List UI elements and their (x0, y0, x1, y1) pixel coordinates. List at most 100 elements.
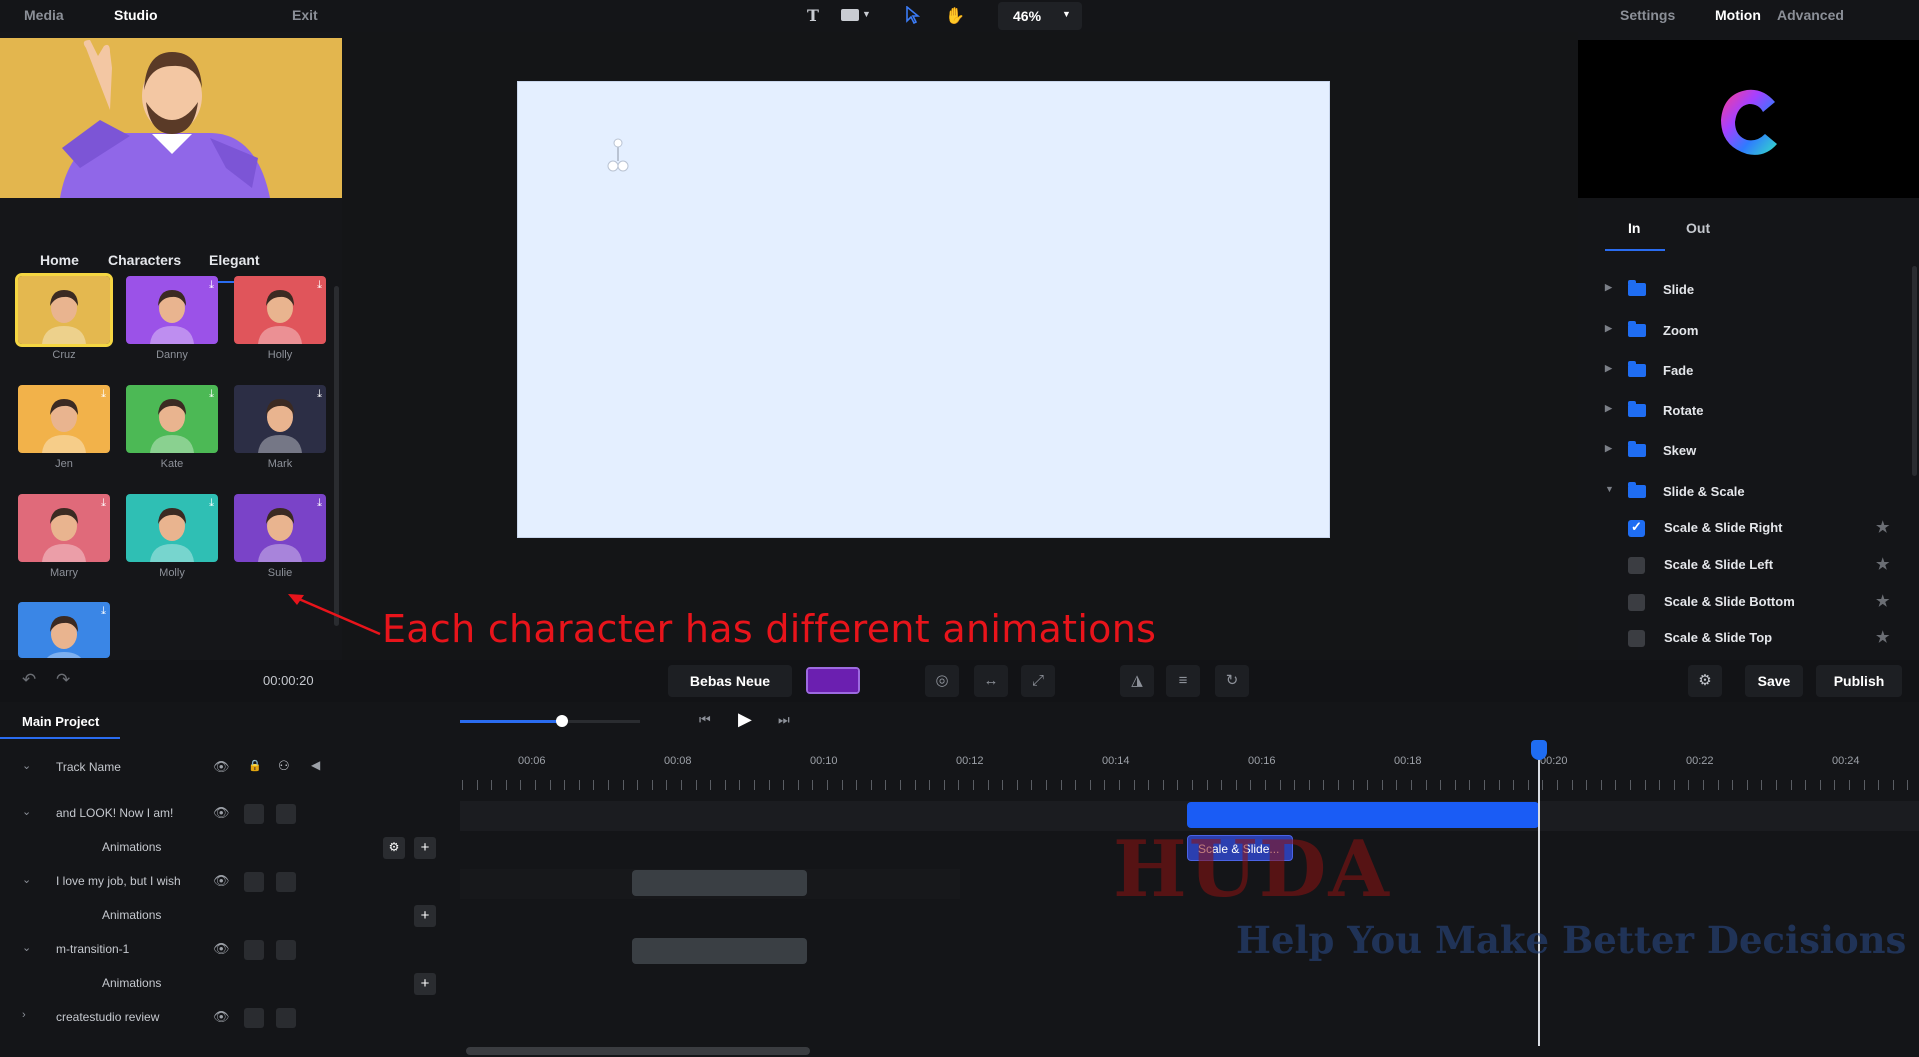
redo-icon[interactable]: ↷ (56, 670, 70, 690)
rotate-icon[interactable]: ↻ (1215, 665, 1249, 697)
font-select[interactable]: Bebas Neue (668, 665, 792, 697)
speaker-icon[interactable]: ◀ (311, 758, 320, 772)
shape-tool-icon[interactable] (841, 9, 859, 21)
hand-tool-icon[interactable]: ✋ (945, 6, 965, 26)
download-icon[interactable]: ⤓ (101, 497, 106, 510)
add-animation-button[interactable]: + (414, 837, 436, 859)
transition-clip[interactable] (632, 938, 807, 964)
animation-checkbox[interactable] (1628, 519, 1645, 537)
playback-speed-slider[interactable] (460, 715, 640, 727)
add-animation-button[interactable]: + (414, 973, 436, 995)
chevron-down-icon[interactable]: ⌄ (22, 873, 31, 886)
timeline-scrollbar[interactable] (466, 1047, 810, 1055)
character-list-scrollbar[interactable] (334, 286, 339, 626)
select-pointer-icon[interactable] (906, 5, 921, 29)
resize-icon[interactable]: ⤢ (1021, 665, 1055, 697)
lock-toggle[interactable] (244, 940, 264, 960)
chevron-right-icon[interactable]: › (22, 1009, 26, 1021)
position-icon[interactable]: ◎ (925, 665, 959, 697)
zoom-select[interactable]: 46% ▼ (998, 2, 1082, 30)
save-button[interactable]: Save (1745, 665, 1803, 697)
lock-toggle[interactable] (244, 804, 264, 824)
tab-motion[interactable]: Motion (1715, 7, 1761, 23)
gear-icon[interactable]: ⚙ (383, 837, 405, 859)
character-card[interactable]: ⤓ (234, 494, 326, 562)
character-card[interactable]: ⤓ (126, 494, 218, 562)
anchor-handle-icon[interactable] (606, 137, 636, 177)
track-row[interactable]: ⌄ m-transition-1 👁 (0, 933, 460, 967)
publish-button[interactable]: Publish (1816, 665, 1902, 697)
motion-list-scrollbar[interactable] (1912, 266, 1917, 476)
lock-toggle[interactable] (244, 1008, 264, 1028)
tab-settings[interactable]: Settings (1620, 7, 1675, 23)
character-card[interactable]: ⤓ (18, 385, 110, 453)
text-clip-2[interactable] (632, 870, 807, 896)
skip-forward-icon[interactable]: ⏭ (778, 712, 790, 728)
download-icon[interactable]: ⤓ (101, 605, 106, 618)
tab-studio[interactable]: Studio (114, 7, 158, 23)
animation-checkbox[interactable] (1628, 594, 1645, 611)
solo-toggle[interactable] (276, 804, 296, 824)
star-icon[interactable]: ★ (1876, 592, 1889, 610)
binoculars-icon[interactable]: ⚇ (278, 758, 290, 774)
tab-characters[interactable]: Characters (108, 252, 181, 268)
eye-icon[interactable]: 👁 (213, 941, 230, 957)
character-card[interactable]: ⤓ (234, 385, 326, 453)
mirror-icon[interactable]: ◮ (1120, 665, 1154, 697)
download-icon[interactable]: ⤓ (209, 279, 214, 292)
tab-in[interactable]: In (1628, 220, 1640, 236)
tab-advanced[interactable]: Advanced (1777, 7, 1844, 23)
caret-right-icon[interactable]: ▶ (1605, 403, 1612, 414)
eye-icon[interactable]: 👁 (213, 873, 230, 889)
exit-button[interactable]: Exit (292, 7, 318, 23)
tab-home[interactable]: Home (40, 252, 79, 268)
text-tool-icon[interactable]: T (807, 6, 819, 25)
character-card[interactable]: ⤓ (234, 276, 326, 344)
download-icon[interactable]: ⤓ (101, 388, 106, 401)
track-row[interactable]: ⌄ I love my job, but I wish 👁 (0, 865, 460, 899)
solo-toggle[interactable] (276, 1008, 296, 1028)
tab-main-project[interactable]: Main Project (22, 714, 99, 729)
flip-horizontal-icon[interactable]: ↔ (974, 665, 1008, 697)
track-row[interactable]: ⌄ and LOOK! Now I am! 👁 (0, 797, 460, 831)
solo-toggle[interactable] (276, 940, 296, 960)
caret-right-icon[interactable]: ▶ (1605, 323, 1612, 334)
star-icon[interactable]: ★ (1876, 518, 1889, 536)
eye-icon[interactable]: 👁 (213, 759, 230, 775)
tab-media[interactable]: Media (24, 7, 64, 23)
lock-icon[interactable]: 🔒 (248, 759, 262, 772)
color-swatch[interactable] (806, 667, 860, 694)
chevron-down-icon[interactable]: ⌄ (22, 805, 31, 818)
lock-toggle[interactable] (244, 872, 264, 892)
caret-right-icon[interactable]: ▶ (1605, 282, 1612, 293)
add-animation-button[interactable]: + (414, 905, 436, 927)
character-card[interactable]: ⤓ (126, 385, 218, 453)
collapse-all-icon[interactable]: ⌄ (22, 759, 31, 772)
tab-out[interactable]: Out (1686, 220, 1710, 236)
tab-elegant[interactable]: Elegant (209, 252, 260, 268)
animation-checkbox[interactable] (1628, 630, 1645, 647)
download-icon[interactable]: ⤓ (209, 388, 214, 401)
character-card[interactable]: ⤓ (126, 276, 218, 344)
download-icon[interactable]: ⤓ (209, 497, 214, 510)
character-card[interactable]: ⤓ (18, 602, 110, 658)
play-icon[interactable]: ▶ (738, 709, 752, 730)
chevron-down-icon[interactable]: ⌄ (22, 941, 31, 954)
solo-toggle[interactable] (276, 872, 296, 892)
star-icon[interactable]: ★ (1876, 555, 1889, 573)
caret-right-icon[interactable]: ▶ (1605, 363, 1612, 374)
playhead-handle[interactable] (1531, 740, 1547, 760)
skip-back-icon[interactable]: ⏮ (699, 712, 711, 728)
caret-right-icon[interactable]: ▶ (1605, 443, 1612, 454)
slider-thumb[interactable] (556, 715, 568, 727)
eye-icon[interactable]: 👁 (213, 805, 230, 821)
download-icon[interactable]: ⤓ (317, 388, 322, 401)
animation-checkbox[interactable] (1628, 557, 1645, 574)
video-canvas[interactable] (517, 81, 1330, 538)
star-icon[interactable]: ★ (1876, 628, 1889, 646)
align-icon[interactable]: ≡ (1166, 665, 1200, 697)
time-ruler[interactable]: 00:06 00:08 00:10 00:12 00:14 00:16 00:18 00:20… (460, 740, 1919, 800)
download-icon[interactable]: ⤓ (317, 497, 322, 510)
download-icon[interactable]: ⤓ (317, 279, 322, 292)
character-card[interactable] (15, 273, 113, 347)
